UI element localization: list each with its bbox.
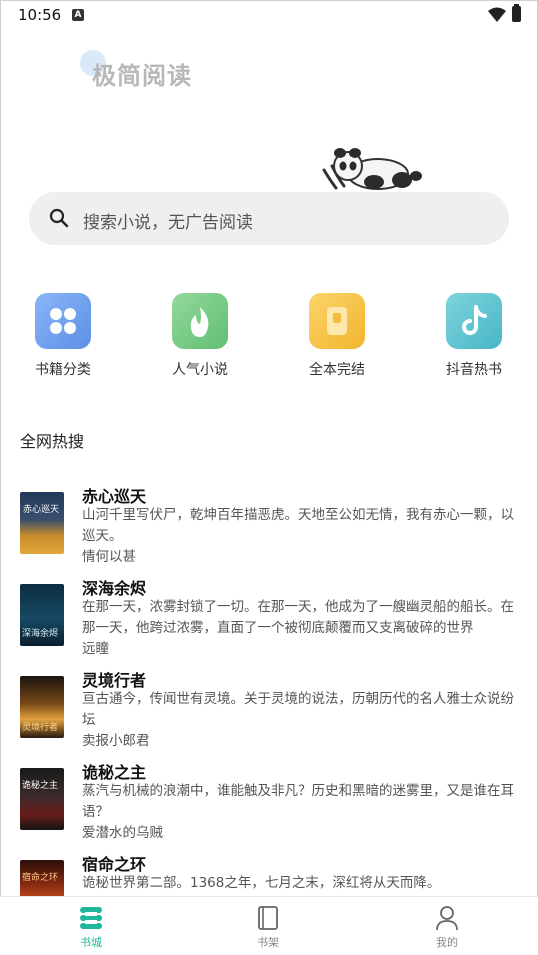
- book-cover: 赤心巡天: [20, 492, 64, 554]
- cover-text: 赤心巡天: [23, 504, 59, 515]
- category-label: 全本完结: [309, 362, 365, 378]
- bookstore-icon: [80, 907, 102, 929]
- book-description: 诡秘世界第二部。1368之年，七月之末，深红将从天而降。: [82, 875, 441, 891]
- panda-illustration-icon: [322, 148, 422, 190]
- list-item[interactable]: 灵境行者 灵境行者 亘古通今，传闻世有灵境。关于灵境的说法，历朝历代的名人雅士众…: [20, 664, 520, 750]
- category-complete[interactable]: 全本完结: [292, 293, 382, 379]
- app-logo: 极简阅读: [80, 50, 220, 90]
- bottom-nav: 书城 书架 我的: [0, 896, 538, 955]
- tab-profile[interactable]: 我的: [387, 897, 507, 950]
- cover-text: 灵境行者: [22, 721, 58, 733]
- user-icon: [436, 906, 458, 931]
- list-item[interactable]: 赤心巡天 赤心巡天 山河千里写伏尸，乾坤百年描恶虎。天地至公如无情，我有赤心一颗…: [20, 480, 520, 566]
- tab-label: 书城: [80, 936, 102, 949]
- book-author: 情何以甚: [82, 549, 136, 565]
- book-description: 蒸汽与机械的浪潮中，谁能触及非凡？历史和黑暗的迷雾里，又是谁在耳语？: [82, 783, 514, 820]
- category-grid: 书籍分类 人气小说 全本完结 抖音热书: [0, 293, 538, 383]
- book-title: 灵境行者: [82, 671, 147, 690]
- tiktok-icon: [446, 293, 502, 349]
- battery-icon: [512, 4, 521, 22]
- search-placeholder: 搜索小说，无广告阅读: [83, 213, 253, 233]
- search-bar[interactable]: 搜索小说，无广告阅读: [29, 192, 509, 245]
- list-item[interactable]: 诡秘之主 诡秘之主 蒸汽与机械的浪潮中，谁能触及非凡？历史和黑暗的迷雾里，又是谁…: [20, 756, 520, 842]
- book-description: 亘古通今，传闻世有灵境。关于灵境的说法，历朝历代的名人雅士众说纷坛: [82, 691, 514, 728]
- cover-text: 宿命之环: [22, 871, 58, 883]
- book-cover: 灵境行者: [20, 676, 64, 738]
- status-bar: 10:56 A: [0, 0, 538, 32]
- book-description: 在那一天，浓雾封锁了一切。在那一天，他成为了一艘幽灵船的船长。在那一天，他跨过浓…: [82, 599, 514, 636]
- wifi-icon: [488, 7, 506, 22]
- bookshelf-icon: [258, 906, 278, 930]
- category-label: 书籍分类: [35, 362, 91, 378]
- book-author: 远瞳: [82, 641, 109, 657]
- book-title: 宿命之环: [82, 855, 147, 874]
- book-title: 诡秘之主: [82, 763, 147, 782]
- grid-icon: [35, 293, 91, 349]
- status-time: 10:56: [18, 6, 62, 24]
- tab-bookshelf[interactable]: 书架: [208, 897, 328, 950]
- book-icon: [309, 293, 365, 349]
- list-item[interactable]: 深海余烬 深海余烬 在那一天，浓雾封锁了一切。在那一天，他成为了一艘幽灵船的船长…: [20, 572, 520, 658]
- book-author: 卖报小郎君: [82, 733, 150, 749]
- category-books[interactable]: 书籍分类: [18, 293, 108, 379]
- tab-label: 书架: [257, 936, 279, 949]
- notification-icon: A: [72, 9, 84, 21]
- flame-icon: [172, 293, 228, 349]
- category-label: 抖音热书: [446, 362, 502, 378]
- book-title: 赤心巡天: [82, 487, 147, 506]
- category-label: 人气小说: [172, 362, 228, 378]
- book-cover: 诡秘之主: [20, 768, 64, 830]
- hot-search-title: 全网热搜: [20, 432, 85, 451]
- logo-text: 极简阅读: [92, 61, 192, 90]
- book-author: 爱潜水的乌贼: [82, 825, 163, 841]
- book-title: 深海余烬: [82, 579, 147, 598]
- category-douyin[interactable]: 抖音热书: [429, 293, 519, 379]
- cover-text: 诡秘之主: [22, 779, 58, 791]
- search-icon: [49, 208, 69, 228]
- category-popular[interactable]: 人气小说: [155, 293, 245, 379]
- cover-text: 深海余烬: [22, 627, 58, 639]
- book-cover: 深海余烬: [20, 584, 64, 646]
- tab-label: 我的: [436, 936, 458, 949]
- tab-bookstore[interactable]: 书城: [31, 897, 151, 950]
- book-description: 山河千里写伏尸，乾坤百年描恶虎。天地至公如无情，我有赤心一颗，以巡天。: [82, 507, 514, 544]
